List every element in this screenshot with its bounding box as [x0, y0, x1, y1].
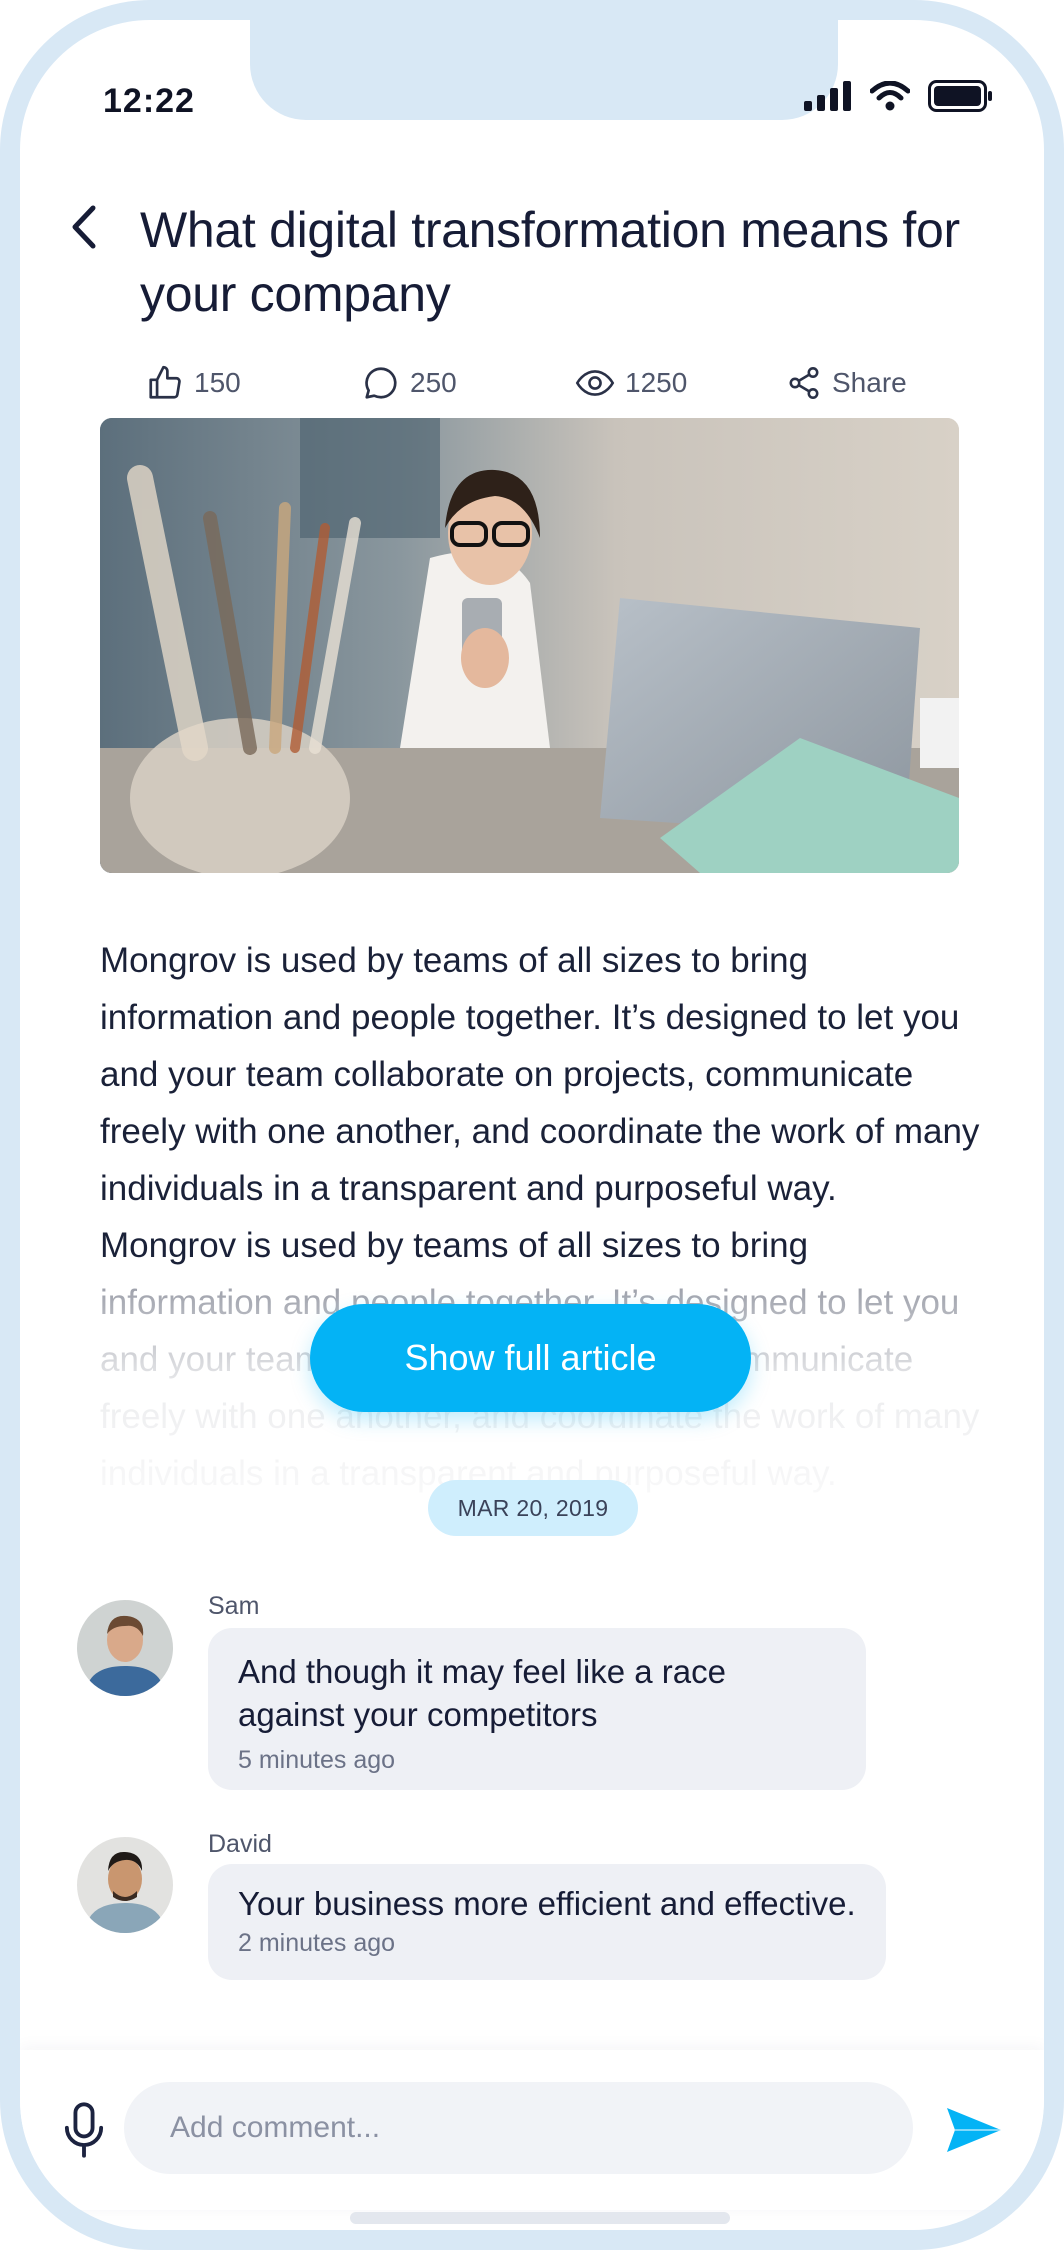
comment-bubble: Your business more efficient and effecti… — [208, 1864, 886, 1980]
share-label: Share — [832, 367, 907, 398]
home-indicator — [350, 2212, 730, 2224]
eye-icon — [575, 370, 615, 396]
comment-text: And though it may feel like a race again… — [238, 1653, 726, 1733]
microphone-button[interactable] — [58, 2100, 110, 2160]
views-stat: 1250 — [575, 358, 687, 408]
show-full-article-button[interactable]: Show full article — [310, 1304, 751, 1412]
comment-composer — [20, 2050, 1044, 2210]
microphone-icon — [64, 2102, 104, 2158]
like-button[interactable]: 150 — [146, 358, 241, 408]
device-frame: 12:22 What digital transformation means … — [0, 0, 1064, 2250]
date-badge: MAR 20, 2019 — [428, 1480, 638, 1536]
comments-count: 250 — [410, 367, 457, 398]
status-icons — [804, 80, 994, 112]
signal-icon — [804, 81, 851, 111]
avatar-photo-david — [77, 1837, 173, 1933]
comment-author: Sam — [208, 1592, 260, 1620]
battery-icon — [928, 80, 992, 112]
wifi-icon — [870, 81, 910, 111]
likes-count: 150 — [194, 367, 241, 398]
share-button[interactable]: Share — [786, 358, 907, 408]
back-button[interactable] — [54, 192, 114, 262]
avatar[interactable] — [77, 1837, 173, 1933]
device-notch — [250, 20, 838, 120]
thumbs-up-icon — [149, 365, 181, 399]
article-photo — [100, 418, 959, 873]
screen: 12:22 What digital transformation means … — [20, 20, 1044, 2230]
status-time: 12:22 — [103, 82, 195, 120]
comment-time: 5 minutes ago — [238, 1746, 396, 1774]
comments-button[interactable]: 250 — [362, 358, 457, 408]
send-icon — [947, 2108, 1001, 2152]
comment-time: 2 minutes ago — [238, 1929, 396, 1957]
comment-text: Your business more efficient and effecti… — [238, 1885, 856, 1922]
views-count: 1250 — [625, 367, 688, 398]
avatar-photo-sam — [77, 1600, 173, 1696]
chevron-left-icon — [72, 205, 96, 249]
article-body-visible: Mongrov is used by teams of all sizes to… — [100, 941, 980, 1265]
send-button[interactable] — [945, 2106, 1003, 2154]
comment-bubble: And though it may feel like a race again… — [208, 1628, 866, 1790]
article-image — [100, 418, 959, 873]
comment-author: David — [208, 1830, 272, 1858]
article-title: What digital transformation means for yo… — [140, 202, 960, 322]
share-icon — [789, 367, 819, 399]
comment-icon — [365, 367, 397, 399]
avatar[interactable] — [77, 1600, 173, 1696]
comment-input[interactable] — [124, 2082, 913, 2174]
article-stats: 150 250 1250 Share — [20, 358, 1044, 408]
